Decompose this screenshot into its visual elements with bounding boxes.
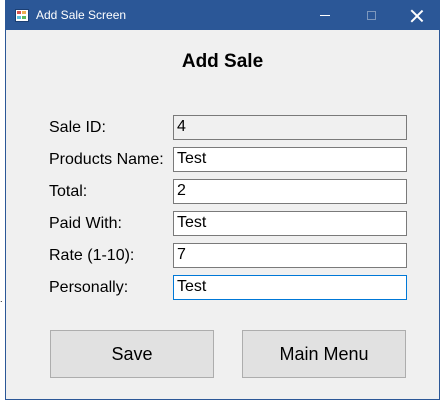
rate-input[interactable]: 7 — [173, 243, 407, 268]
maximize-button — [348, 1, 394, 30]
total-input[interactable]: 2 — [173, 179, 407, 204]
total-label: Total: — [49, 183, 88, 200]
close-button[interactable] — [394, 1, 440, 30]
sale-id-field: 4 — [173, 115, 407, 140]
paid-with-label: Paid With: — [49, 215, 122, 232]
personally-input[interactable]: Test — [173, 275, 407, 300]
main-menu-button[interactable]: Main Menu — [242, 330, 406, 378]
close-icon — [411, 10, 423, 22]
edge-artifact: . — [0, 294, 3, 304]
products-name-input[interactable]: Test — [173, 147, 407, 172]
window-title: Add Sale Screen — [36, 8, 127, 22]
maximize-icon — [366, 11, 376, 20]
paid-with-input[interactable]: Test — [173, 211, 407, 236]
add-sale-window: Add Sale Screen Add Sale Sale ID: 4 Prod… — [5, 0, 440, 400]
minimize-icon — [320, 15, 330, 16]
title-bar[interactable]: Add Sale Screen — [6, 1, 439, 30]
form-heading: Add Sale — [181, 51, 264, 72]
personally-label: Personally: — [49, 279, 129, 296]
form-app-icon — [15, 9, 29, 22]
rate-label: Rate (1-10): — [49, 247, 135, 264]
sale-id-label: Sale ID: — [49, 119, 106, 136]
products-name-label: Products Name: — [49, 151, 164, 168]
save-button[interactable]: Save — [50, 330, 214, 378]
minimize-button[interactable] — [302, 1, 348, 30]
